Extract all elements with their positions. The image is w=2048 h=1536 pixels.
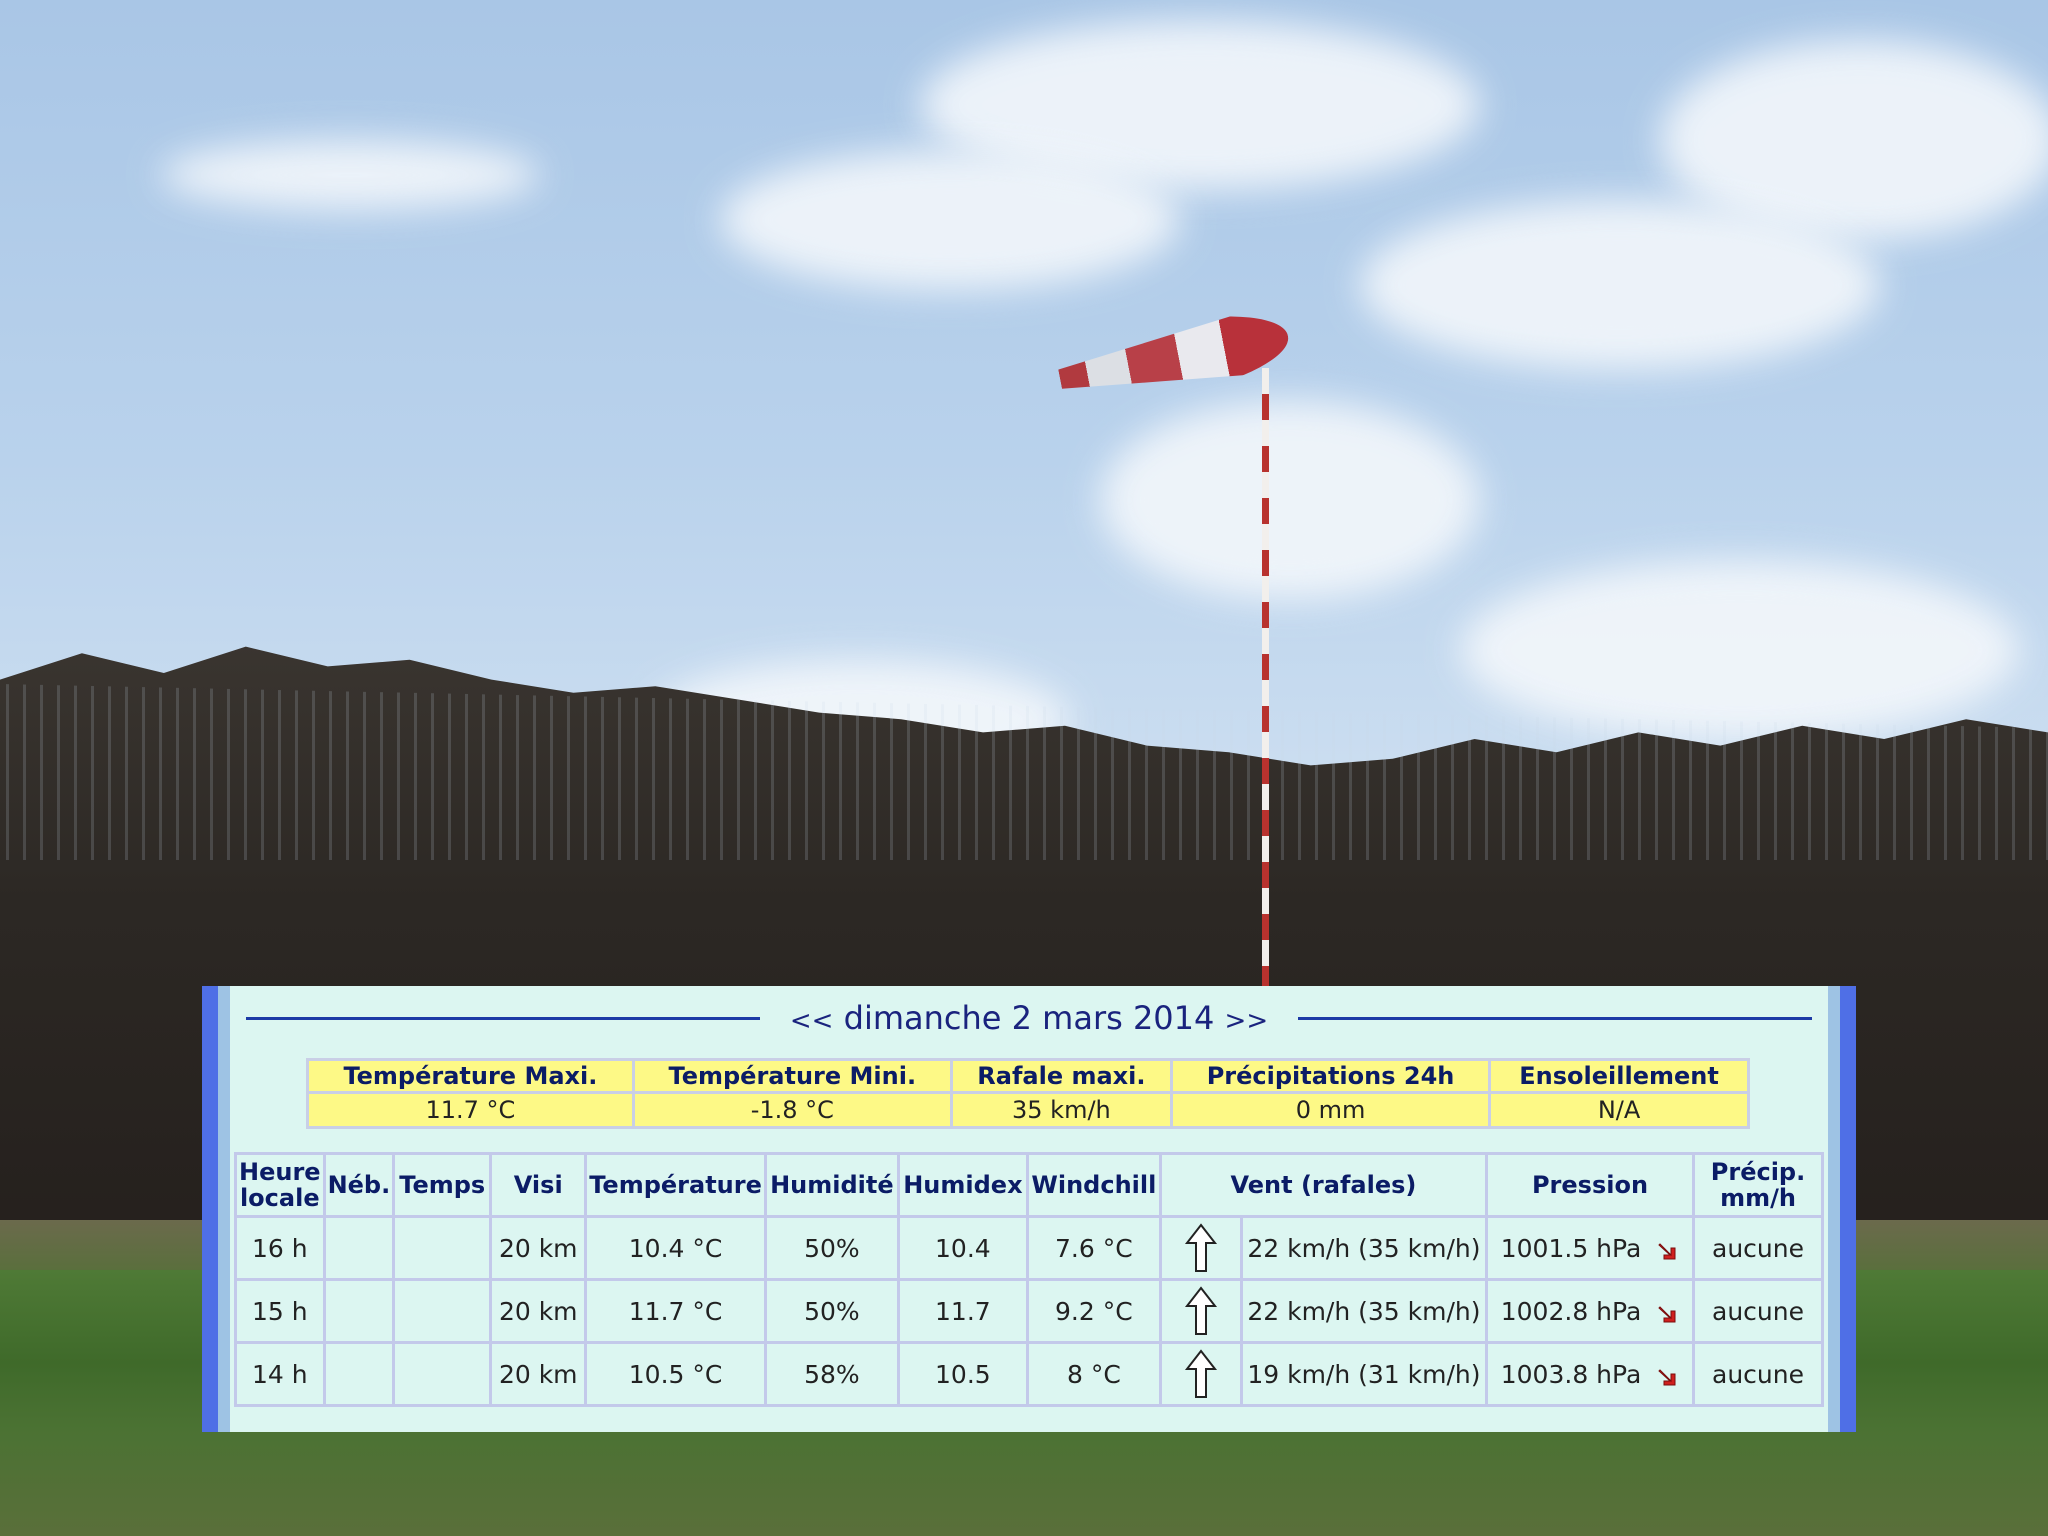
cell-temps — [395, 1218, 490, 1278]
summary-value: 35 km/h — [952, 1094, 1170, 1126]
pressure-value: 1002.8 hPa — [1500, 1296, 1642, 1326]
cell-visi: 20 km — [492, 1218, 585, 1278]
table-row: 16 h 20 km 10.4 °C 50% 10.4 7.6 °C 22 km… — [237, 1218, 1821, 1278]
windsock — [1053, 301, 1294, 416]
cell-visi: 20 km — [492, 1281, 585, 1341]
weather-panel: << dimanche 2 mars 2014 >> Température M… — [202, 986, 1856, 1432]
cell-humidex: 10.5 — [899, 1344, 1026, 1404]
summary-header: Précipitations 24h — [1172, 1061, 1489, 1091]
cell-windchill: 7.6 °C — [1028, 1218, 1159, 1278]
windsock-pole — [1262, 368, 1269, 988]
daily-summary-table: Température Maxi. Température Mini. Rafa… — [306, 1058, 1750, 1129]
cell-wind-direction — [1161, 1344, 1240, 1404]
cell-pression: 1001.5 hPa — [1488, 1218, 1692, 1278]
summary-header: Température Maxi. — [309, 1061, 632, 1091]
summary-header-row: Température Maxi. Température Mini. Rafa… — [309, 1061, 1747, 1091]
col-windchill: Windchill — [1028, 1155, 1159, 1215]
cell-temperature: 11.7 °C — [587, 1281, 764, 1341]
cell-windchill: 8 °C — [1028, 1344, 1159, 1404]
cell-heure: 16 h — [237, 1218, 323, 1278]
cell-heure: 14 h — [237, 1344, 323, 1404]
table-row: 15 h 20 km 11.7 °C 50% 11.7 9.2 °C 22 km… — [237, 1281, 1821, 1341]
col-humidex: Humidex — [899, 1155, 1026, 1215]
cell-precip: aucune — [1695, 1281, 1821, 1341]
cell-neb — [325, 1281, 393, 1341]
summary-value: 11.7 °C — [309, 1094, 632, 1126]
pressure-value: 1003.8 hPa — [1500, 1359, 1642, 1389]
cell-temps — [395, 1344, 490, 1404]
cloud — [1100, 400, 1480, 600]
trend-down-right-icon — [1658, 1242, 1676, 1259]
summary-value: -1.8 °C — [634, 1094, 950, 1126]
date-header: << dimanche 2 mars 2014 >> — [246, 996, 1812, 1040]
cell-temperature: 10.4 °C — [587, 1218, 764, 1278]
cloud — [1360, 200, 1880, 370]
date-title: << dimanche 2 mars 2014 >> — [760, 999, 1298, 1037]
cell-pression: 1002.8 hPa — [1488, 1281, 1692, 1341]
arrow-up-icon — [1184, 1349, 1217, 1398]
summary-value: 0 mm — [1172, 1094, 1489, 1126]
pressure-value: 1001.5 hPa — [1500, 1233, 1642, 1263]
col-precip: Précip. mm/h — [1695, 1155, 1821, 1215]
next-day-link[interactable]: >> — [1225, 1006, 1269, 1036]
obs-header-row: Heure locale Néb. Temps Visi Température… — [237, 1155, 1821, 1215]
cell-temps — [395, 1281, 490, 1341]
table-row: 14 h 20 km 10.5 °C 58% 10.5 8 °C 19 km/h… — [237, 1344, 1821, 1404]
summary-value-row: 11.7 °C -1.8 °C 35 km/h 0 mm N/A — [309, 1094, 1747, 1126]
col-temps: Temps — [395, 1155, 490, 1215]
col-pression: Pression — [1488, 1155, 1692, 1215]
col-humidite: Humidité — [766, 1155, 897, 1215]
header-rule-right — [1298, 1016, 1812, 1020]
arrow-up-icon — [1184, 1286, 1217, 1335]
cloud — [720, 150, 1180, 290]
cell-humidite: 50% — [766, 1218, 897, 1278]
cell-humidite: 50% — [766, 1281, 897, 1341]
cell-heure: 15 h — [237, 1281, 323, 1341]
cell-precip: aucune — [1695, 1218, 1821, 1278]
header-rule-left — [246, 1016, 760, 1020]
col-temperature: Température — [587, 1155, 764, 1215]
arrow-up-icon — [1184, 1223, 1217, 1272]
summary-header: Ensoleillement — [1491, 1061, 1747, 1091]
cell-vent: 22 km/h (35 km/h) — [1242, 1281, 1485, 1341]
trend-down-right-icon — [1658, 1305, 1676, 1322]
cloud — [1460, 560, 2020, 740]
col-visibilite: Visi — [492, 1155, 585, 1215]
cell-vent: 22 km/h (35 km/h) — [1242, 1218, 1485, 1278]
col-nebulosite: Néb. — [325, 1155, 393, 1215]
cell-visi: 20 km — [492, 1344, 585, 1404]
cell-precip: aucune — [1695, 1344, 1821, 1404]
cell-temperature: 10.5 °C — [587, 1344, 764, 1404]
col-vent: Vent (rafales) — [1161, 1155, 1485, 1215]
cell-windchill: 9.2 °C — [1028, 1281, 1159, 1341]
trend-down-right-icon — [1658, 1368, 1676, 1385]
cell-neb — [325, 1344, 393, 1404]
hourly-observations-table: Heure locale Néb. Temps Visi Température… — [234, 1152, 1824, 1407]
summary-header: Température Mini. — [634, 1061, 950, 1091]
prev-day-link[interactable]: << — [790, 1006, 834, 1036]
cell-wind-direction — [1161, 1281, 1240, 1341]
cell-humidex: 10.4 — [899, 1218, 1026, 1278]
col-heure-locale: Heure locale — [237, 1155, 323, 1215]
cell-vent: 19 km/h (31 km/h) — [1242, 1344, 1485, 1404]
summary-header: Rafale maxi. — [952, 1061, 1170, 1091]
cell-neb — [325, 1218, 393, 1278]
cell-wind-direction — [1161, 1218, 1240, 1278]
summary-value: N/A — [1491, 1094, 1747, 1126]
cell-humidite: 58% — [766, 1344, 897, 1404]
cloud — [160, 140, 540, 210]
cell-humidex: 11.7 — [899, 1281, 1026, 1341]
date-label: dimanche 2 mars 2014 — [843, 999, 1215, 1037]
cell-pression: 1003.8 hPa — [1488, 1344, 1692, 1404]
